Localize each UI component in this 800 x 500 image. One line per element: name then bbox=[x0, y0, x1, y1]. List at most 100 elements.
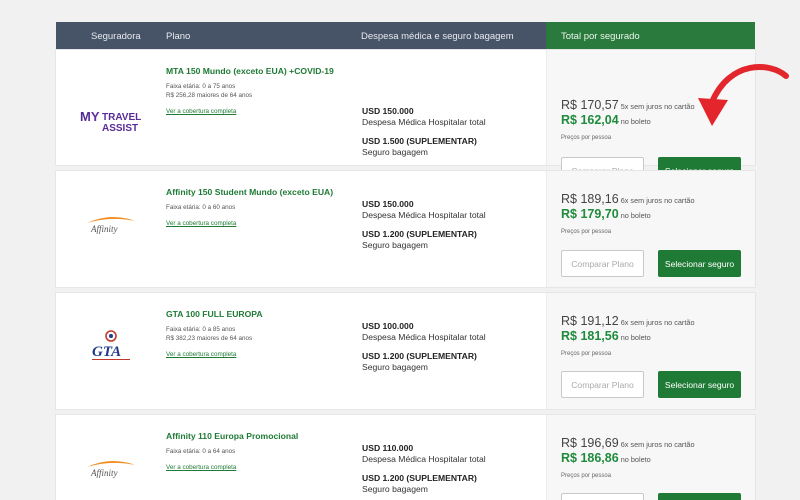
card-price-suffix: 6x sem juros no cartão bbox=[620, 196, 695, 205]
baggage-label: Seguro bagagem bbox=[362, 240, 428, 250]
boleto-price: R$ 162,04 no boleto bbox=[561, 113, 695, 127]
plan-info: Affinity 110 Europa Promocional Faixa et… bbox=[166, 431, 356, 474]
plan-name: Affinity 110 Europa Promocional bbox=[166, 431, 299, 441]
boleto-suffix: no boleto bbox=[620, 455, 651, 464]
plan-name: Affinity 150 Student Mundo (exceto EUA) bbox=[166, 187, 334, 197]
card-price-suffix: 6x sem juros no cartão bbox=[620, 440, 695, 449]
age-range-text: Faixa etária: 0 a 75 anos bbox=[166, 83, 236, 90]
age-range-text: Faixa etária: 0 a 64 anos bbox=[166, 448, 236, 455]
per-person-note: Preços por pessoa bbox=[561, 135, 612, 141]
plan-age-range: Faixa etária: 0 a 64 anos bbox=[166, 447, 356, 456]
plan-row: GTA GTA 100 FULL EUROPA Faixa etária: 0 … bbox=[56, 293, 755, 409]
plan-row: Affinity Affinity 150 Student Mundo (exc… bbox=[56, 171, 755, 287]
boleto-suffix: no boleto bbox=[620, 117, 651, 126]
insurer-logo-affinity: Affinity bbox=[78, 455, 144, 481]
card-price-suffix: 5x sem juros no cartão bbox=[620, 102, 695, 111]
plan-info: Affinity 150 Student Mundo (exceto EUA) … bbox=[166, 187, 356, 230]
select-insurance-button[interactable]: Selecionar seguro bbox=[658, 250, 741, 277]
boleto-price-value: R$ 162,04 bbox=[561, 113, 619, 127]
expenses-info: USD 100.000 Despesa Médica Hospitalar to… bbox=[362, 321, 542, 372]
card-price-value: R$ 170,57 bbox=[561, 98, 619, 112]
header-expenses: Despesa médica e seguro bagagem bbox=[361, 30, 514, 42]
boleto-price-value: R$ 179,70 bbox=[561, 207, 619, 221]
medical-label: Despesa Médica Hospitalar total bbox=[362, 210, 486, 220]
medical-amount: USD 150.000 bbox=[362, 106, 414, 116]
card-price: R$ 189,16 6x sem juros no cartão bbox=[561, 192, 695, 206]
senior-price-text: R$ 256,28 maiores de 64 anos bbox=[166, 92, 253, 99]
per-person-note: Preços por pessoa bbox=[561, 351, 612, 357]
per-person-note: Preços por pessoa bbox=[561, 229, 612, 235]
plans-table: Seguradora Plano Despesa médica e seguro… bbox=[56, 22, 755, 500]
price-block: R$ 196,69 6x sem juros no cartão R$ 186,8… bbox=[561, 436, 695, 479]
plan-name: MTA 150 Mundo (exceto EUA) +COVID-19 bbox=[166, 66, 334, 76]
medical-amount: USD 100.000 bbox=[362, 321, 414, 331]
insurer-logo-mytravelassist: MY TRAVEL ASSIST bbox=[78, 108, 144, 136]
plan-row-price: R$ 189,16 6x sem juros no cartão R$ 179,7… bbox=[546, 171, 755, 287]
price-block: R$ 170,57 5x sem juros no cartão R$ 162,0… bbox=[561, 98, 695, 141]
expenses-info: USD 150.000 Despesa Médica Hospitalar to… bbox=[362, 199, 542, 250]
boleto-price: R$ 181,56 no boleto bbox=[561, 329, 695, 343]
medical-label: Despesa Médica Hospitalar total bbox=[362, 117, 486, 127]
medical-amount: USD 150.000 bbox=[362, 199, 414, 209]
plan-age-range: Faixa etária: 0 a 60 anos bbox=[166, 203, 356, 212]
gta-logo-icon: GTA bbox=[92, 330, 130, 360]
plan-name: GTA 100 FULL EUROPA bbox=[166, 309, 263, 319]
price-block: R$ 191,12 6x sem juros no cartão R$ 181,5… bbox=[561, 314, 695, 357]
medical-label: Despesa Médica Hospitalar total bbox=[362, 454, 486, 464]
card-price-suffix: 6x sem juros no cartão bbox=[620, 318, 695, 327]
coverage-link[interactable]: Ver a cobertura completa bbox=[166, 351, 236, 358]
svg-text:Affinity: Affinity bbox=[90, 224, 118, 234]
plan-row-price: R$ 191,12 6x sem juros no cartão R$ 181,5… bbox=[546, 293, 755, 409]
coverage-link[interactable]: Ver a cobertura completa bbox=[166, 108, 236, 115]
coverage-link[interactable]: Ver a cobertura completa bbox=[166, 464, 236, 471]
plan-row-left: MY TRAVEL ASSIST MTA 150 Mundo (exceto E… bbox=[56, 50, 546, 165]
boleto-price: R$ 179,70 no boleto bbox=[561, 207, 695, 221]
plan-row-left: Affinity Affinity 150 Student Mundo (exc… bbox=[56, 171, 546, 287]
boleto-price: R$ 186,86 no boleto bbox=[561, 451, 695, 465]
compare-plan-button[interactable]: Comparar Plano bbox=[561, 250, 644, 277]
plan-age-range: Faixa etária: 0 a 75 anos R$ 256,28 maio… bbox=[166, 82, 356, 100]
plan-age-range: Faixa etária: 0 a 85 anos R$ 382,23 maio… bbox=[166, 325, 356, 343]
header-plan: Plano bbox=[166, 30, 191, 42]
plan-row: Affinity Affinity 110 Europa Promocional… bbox=[56, 415, 755, 500]
svg-text:Affinity: Affinity bbox=[90, 468, 118, 478]
svg-text:ASSIST: ASSIST bbox=[102, 123, 138, 134]
svg-text:GTA: GTA bbox=[92, 344, 121, 360]
plan-row-left: GTA GTA 100 FULL EUROPA Faixa etária: 0 … bbox=[56, 293, 546, 409]
mytravelassist-logo-icon: MY TRAVEL ASSIST bbox=[80, 109, 141, 134]
insurer-logo-gta: GTA bbox=[78, 329, 144, 363]
compare-plan-button[interactable]: Comparar Plano bbox=[561, 371, 644, 398]
svg-text:MY: MY bbox=[80, 109, 100, 124]
header-total: Total por segurado bbox=[546, 22, 755, 50]
medical-amount: USD 110.000 bbox=[362, 443, 414, 453]
plan-row: MY TRAVEL ASSIST MTA 150 Mundo (exceto E… bbox=[56, 50, 755, 184]
card-price: R$ 191,12 6x sem juros no cartão bbox=[561, 314, 695, 328]
baggage-amount: USD 1.200 (SUPLEMENTAR) bbox=[362, 473, 477, 483]
boleto-price-value: R$ 181,56 bbox=[561, 329, 619, 343]
coverage-link[interactable]: Ver a cobertura completa bbox=[166, 220, 236, 227]
affinity-logo-icon: Affinity bbox=[87, 216, 135, 234]
card-price-value: R$ 196,69 bbox=[561, 436, 619, 450]
card-price: R$ 170,57 5x sem juros no cartão bbox=[561, 98, 695, 112]
boleto-suffix: no boleto bbox=[620, 211, 651, 220]
affinity-logo-icon: Affinity bbox=[87, 460, 135, 478]
per-person-note: Preços por pessoa bbox=[561, 473, 612, 479]
baggage-amount: USD 1.200 (SUPLEMENTAR) bbox=[362, 229, 477, 239]
compare-plan-button[interactable]: Comparar Plano bbox=[561, 493, 644, 500]
expenses-info: USD 110.000 Despesa Médica Hospitalar to… bbox=[362, 443, 542, 494]
select-insurance-button[interactable]: Selecionar seguro bbox=[658, 493, 741, 500]
table-header: Seguradora Plano Despesa médica e seguro… bbox=[56, 22, 755, 50]
age-range-text: Faixa etária: 0 a 60 anos bbox=[166, 204, 236, 211]
expenses-info: USD 150.000 Despesa Médica Hospitalar to… bbox=[362, 106, 542, 157]
curved-arrow-icon bbox=[698, 64, 789, 126]
boleto-price-value: R$ 186,86 bbox=[561, 451, 619, 465]
baggage-label: Seguro bagagem bbox=[362, 362, 428, 372]
plan-row-left: Affinity Affinity 110 Europa Promocional… bbox=[56, 415, 546, 500]
baggage-amount: USD 1.500 (SUPLEMENTAR) bbox=[362, 136, 477, 146]
plan-row-price: R$ 196,69 6x sem juros no cartão R$ 186,8… bbox=[546, 415, 755, 500]
medical-label: Despesa Médica Hospitalar total bbox=[362, 332, 486, 342]
card-price-value: R$ 189,16 bbox=[561, 192, 619, 206]
insurer-logo-affinity: Affinity bbox=[78, 211, 144, 237]
select-insurance-button[interactable]: Selecionar seguro bbox=[658, 371, 741, 398]
senior-price-text: R$ 382,23 maiores de 64 anos bbox=[166, 335, 253, 342]
